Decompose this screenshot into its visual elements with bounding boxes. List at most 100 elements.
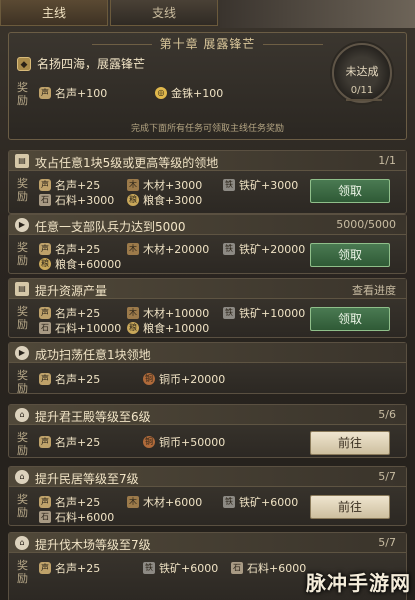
reward-label: 奖励: [17, 81, 28, 107]
reward-item: 铁铁矿+6000: [223, 494, 298, 510]
reward-text: 粮食+10000: [143, 322, 210, 335]
reward-item: 铁铁矿+6000: [143, 560, 218, 576]
reward-text: 名声+25: [55, 373, 101, 386]
reward-item: 粮粮食+10000: [127, 320, 209, 336]
claim-button[interactable]: 领取: [310, 179, 390, 203]
reward-text: 木材+20000: [143, 243, 210, 256]
chapter-progress-bar: [346, 99, 382, 101]
reward-text: 名声+25: [55, 243, 101, 256]
grain-icon: 粮: [39, 258, 51, 270]
reward-text: 铁矿+3000: [239, 179, 299, 192]
reward-label: 奖励: [17, 559, 28, 585]
fame-icon: 声: [39, 373, 51, 385]
view-progress-link[interactable]: 查看进度: [352, 282, 396, 298]
chapter-gem-icon: ◆: [17, 56, 31, 71]
reward-text: 名声+25: [55, 496, 101, 509]
reward-item: 铁铁矿+20000: [223, 241, 305, 257]
quest-header: ▤ 攻占任意1块5级或更高等级的领地 1/1: [9, 151, 406, 171]
reward-item: 石石料+6000: [231, 560, 306, 576]
quest-screen: 主线 支线 第十章 展露锋芒 ◆ 名扬四海，展露锋芒 奖励 声 名声+100 ◎…: [0, 0, 415, 600]
chapter-progress-badge[interactable]: 未达成 0/11: [332, 43, 392, 103]
reward-item: 声名声+25: [39, 560, 100, 576]
quest-card: ⌂ 提升君王殿等级至6级 5/6 奖励 声名声+25 铜铜币+50000 前往: [8, 404, 407, 458]
play-icon: ▶: [15, 218, 29, 232]
quest-card: ▤ 提升资源产量 查看进度 奖励 声名声+25 木木材+10000 铁铁矿+10…: [8, 278, 407, 338]
book-icon: ▤: [15, 282, 29, 296]
reward-item: 石石料+3000: [39, 192, 114, 208]
reward-text: 木材+6000: [143, 496, 203, 509]
iron-icon: 铁: [143, 562, 155, 574]
go-button[interactable]: 前往: [310, 431, 390, 455]
quest-title: 提升伐木场等级至7级: [35, 538, 151, 552]
building-icon: ⌂: [15, 470, 29, 484]
watermark: 脉冲手游网: [306, 571, 411, 595]
quest-card: ▶ 成功扫荡任意1块领地 奖励 声名声+25 铜铜币+20000: [8, 342, 407, 395]
quest-title: 攻占任意1块5级或更高等级的领地: [35, 156, 219, 170]
reward-label: 奖励: [17, 241, 28, 267]
quest-card: ⌂ 提升民居等级至7级 5/7 奖励 声名声+25 木木材+6000 铁铁矿+6…: [8, 466, 407, 526]
quest-progress: 5/7: [378, 536, 396, 549]
reward-text: 石料+3000: [55, 194, 115, 207]
chapter-reward-gold: ◎ 金铢+100: [155, 85, 223, 101]
reward-item: 铁铁矿+3000: [223, 177, 298, 193]
quest-title: 提升君王殿等级至6级: [35, 410, 151, 424]
reward-text: 名声+100: [55, 87, 108, 100]
reward-label: 奖励: [17, 493, 28, 519]
reward-item: 木木材+6000: [127, 494, 202, 510]
reward-item: 石石料+6000: [39, 509, 114, 525]
reward-text: 铜币+20000: [159, 373, 226, 386]
reward-item: 木木材+3000: [127, 177, 202, 193]
chapter-status: 未达成: [345, 65, 379, 78]
iron-icon: 铁: [223, 243, 235, 255]
quest-header: ▶ 成功扫荡任意1块领地: [9, 343, 406, 363]
quest-progress: 5/7: [378, 470, 396, 483]
fame-icon: 声: [39, 87, 51, 99]
chapter-reward-fame: 声 名声+100: [39, 85, 107, 101]
building-icon: ⌂: [15, 536, 29, 550]
wood-icon: 木: [127, 243, 139, 255]
claim-button[interactable]: 领取: [310, 307, 390, 331]
play-icon: ▶: [15, 346, 29, 360]
reward-text: 铁矿+10000: [239, 307, 306, 320]
reward-item: 粮粮食+60000: [39, 256, 121, 272]
quest-card: ▤ 攻占任意1块5级或更高等级的领地 1/1 奖励 声名声+25 木木材+300…: [8, 150, 407, 214]
stone-icon: 石: [231, 562, 243, 574]
quest-header: ▶ 任意一支部队兵力达到5000 5000/5000: [9, 215, 406, 235]
tab-side-quest[interactable]: 支线: [110, 0, 218, 26]
reward-text: 石料+10000: [55, 322, 122, 335]
quest-title: 任意一支部队兵力达到5000: [35, 220, 186, 234]
quest-title: 提升民居等级至7级: [35, 472, 139, 486]
reward-label: 奖励: [17, 369, 28, 395]
reward-text: 粮食+60000: [55, 258, 122, 271]
quest-progress: 1/1: [378, 154, 396, 167]
grain-icon: 粮: [127, 322, 139, 334]
iron-icon: 铁: [223, 496, 235, 508]
go-button[interactable]: 前往: [310, 495, 390, 519]
tab-main-quest[interactable]: 主线: [0, 0, 108, 26]
claim-button[interactable]: 领取: [310, 243, 390, 267]
stone-icon: 石: [39, 194, 51, 206]
reward-item: 铁铁矿+10000: [223, 305, 305, 321]
quest-card: ▶ 任意一支部队兵力达到5000 5000/5000 奖励 声名声+25 木木材…: [8, 214, 407, 274]
fame-icon: 声: [39, 562, 51, 574]
reward-item: 石石料+10000: [39, 320, 121, 336]
quest-header: ⌂ 提升民居等级至7级 5/7: [9, 467, 406, 487]
reward-text: 粮食+3000: [143, 194, 203, 207]
copper-icon: 铜: [143, 373, 155, 385]
chapter-progress: 0/11: [350, 85, 374, 96]
reward-text: 木材+3000: [143, 179, 203, 192]
reward-text: 石料+6000: [247, 562, 307, 575]
reward-item: 声名声+25: [39, 241, 100, 257]
wood-icon: 木: [127, 179, 139, 191]
reward-item: 粮粮食+3000: [127, 192, 202, 208]
stone-icon: 石: [39, 322, 51, 334]
reward-text: 石料+6000: [55, 511, 115, 524]
wood-icon: 木: [127, 307, 139, 319]
chapter-note: 完成下面所有任务可领取主线任务奖励: [130, 124, 284, 134]
reward-text: 铁矿+6000: [239, 496, 299, 509]
stone-icon: 石: [39, 511, 51, 523]
reward-text: 铁矿+20000: [239, 243, 306, 256]
reward-text: 名声+25: [55, 436, 101, 449]
quest-header: ⌂ 提升君王殿等级至6级 5/6: [9, 405, 406, 425]
reward-item: 声名声+25: [39, 494, 100, 510]
